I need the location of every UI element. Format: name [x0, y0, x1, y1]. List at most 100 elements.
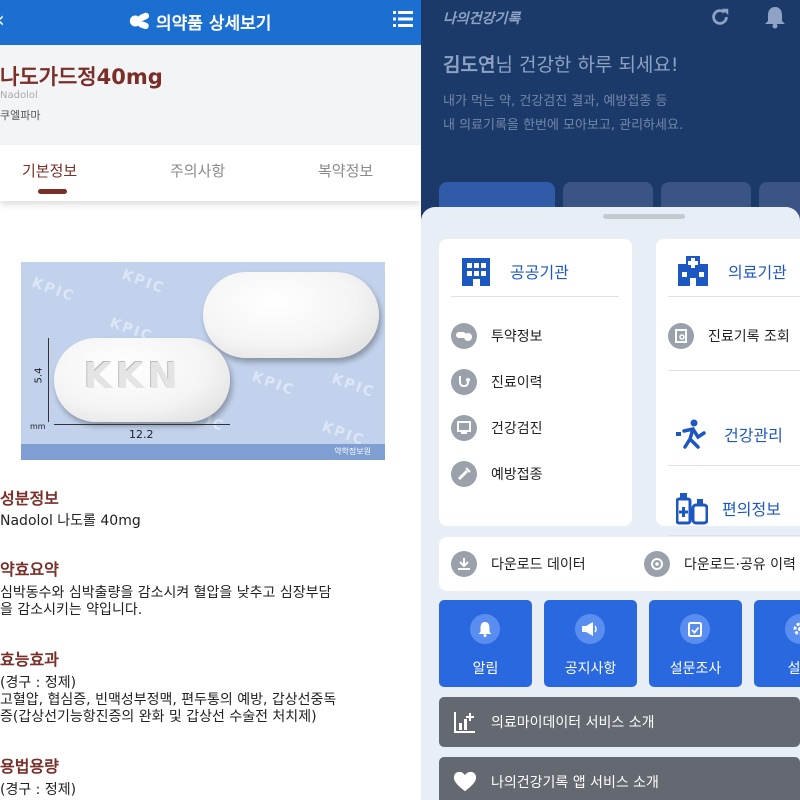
text-line: 을 감소시키는 약입니다. — [0, 602, 143, 618]
tablet-front: KKN — [54, 338, 230, 422]
section-text-ingredients: Nadolol 나도롤 40mg — [0, 513, 410, 530]
megaphone-icon — [575, 614, 605, 644]
banner-label: 나의건강기록 앱 서비스 소개 — [491, 775, 659, 791]
text-line: (경구 : 정제) — [0, 675, 77, 691]
menu-item-label: 건강관리 — [724, 426, 783, 445]
menu-item-label: 건강검진 — [491, 421, 543, 437]
hospital-icon — [678, 256, 708, 286]
clipboard-search-icon — [668, 323, 694, 349]
download-icon — [451, 551, 477, 577]
drug-manufacturer: 쿠엘파마 — [0, 109, 41, 122]
heart-icon — [453, 770, 477, 794]
greeting-suffix: 님 건강한 하루 되세요! — [495, 54, 679, 76]
menu-item-convenience-info[interactable]: 편의정보 — [676, 491, 781, 525]
medical-institution-header[interactable]: 의료기관 — [676, 254, 787, 288]
section-text-dosage: (경구 : 정제) — [0, 782, 410, 799]
health-record-header: 나의건강기록 김도연님 건강한 하루 되세요! 내가 먹는 약, 건강검진 결과… — [421, 0, 800, 230]
tile-announcements[interactable]: 공지사항 — [544, 600, 637, 687]
menu-item-label: 투약정보 — [491, 329, 543, 345]
header-title: 의약품 상세보기 — [128, 6, 271, 36]
app-title: 나의건강기록 — [443, 11, 521, 27]
watermark: KPIC — [329, 370, 377, 402]
divider — [668, 296, 800, 297]
banner-app-intro[interactable]: 나의건강기록 앱 서비스 소개 — [439, 757, 800, 800]
tile-settings[interactable]: 설정 — [754, 600, 800, 687]
download-data-button[interactable]: 다운로드 데이터 — [451, 551, 586, 577]
back-arrow-icon[interactable]: ‹ — [0, 8, 5, 34]
sheet-handle[interactable] — [603, 214, 685, 219]
public-institution-header[interactable]: 공공기관 — [460, 254, 569, 288]
stethoscope-icon — [451, 369, 477, 395]
share-icon — [644, 551, 670, 577]
menu-item-medication[interactable]: 투약정보 — [451, 323, 543, 349]
pills-icon — [451, 323, 477, 349]
tile-label: 알림 — [472, 661, 499, 677]
bell-icon — [470, 614, 500, 644]
tile-label: 설정 — [787, 661, 800, 677]
pill-photo: KPIC KPIC KPIC KPIC KPIC KPIC KPIC KKN 5… — [21, 262, 385, 460]
menu-item-label: 예방접종 — [491, 467, 543, 483]
section-title-summary: 약효요약 — [0, 560, 59, 579]
section-title-efficacy: 효능효과 — [0, 650, 59, 669]
menu-item-treatment-record[interactable]: 진료기록 조회 — [668, 323, 790, 349]
refresh-icon[interactable] — [709, 6, 731, 28]
divider — [451, 296, 619, 297]
download-history-label: 다운로드·공유 이력 — [684, 557, 796, 573]
monitor-icon — [451, 415, 477, 441]
image-credit: 약학정보원 — [334, 447, 371, 456]
menu-item-health-management[interactable]: 건강관리 — [676, 419, 783, 449]
text-line: Nadolol 나도롤 40mg — [0, 513, 141, 529]
divider — [668, 370, 800, 371]
text-line: 증(갑상선기능항진증의 완화 및 갑상선 수술전 처치제) — [0, 709, 317, 725]
tile-label: 공지사항 — [564, 661, 617, 677]
menu-item-treatment-history[interactable]: 진료이력 — [451, 369, 543, 395]
greeting-subtext: 내가 먹는 약, 건강검진 결과, 예방접종 등 내 의료기록을 한번에 모아보… — [443, 90, 683, 138]
drug-detail-header: ‹ 의약품 상세보기 — [0, 0, 421, 45]
tablet-imprint: KKN — [84, 356, 182, 397]
banner-mydata-intro[interactable]: 의료마이데이터 서비스 소개 — [439, 697, 800, 747]
exercise-icon — [676, 419, 706, 449]
text-line: 심박동수와 심박출량을 감소시켜 혈압을 낮추고 심장부담 — [0, 585, 332, 601]
width-dimension-line — [54, 424, 230, 425]
image-footer: 약학정보원 — [21, 444, 385, 460]
drug-summary: 나도가드정40mg Nadolol 쿠엘파마 — [0, 45, 421, 145]
banner-label: 의료마이데이터 서비스 소개 — [491, 715, 655, 731]
clipboard-check-icon — [680, 614, 710, 644]
card-title: 의료기관 — [728, 263, 787, 282]
height-dimension: 5.4 — [33, 367, 45, 384]
drug-name: 나도가드정40mg — [0, 65, 163, 89]
gear-icon — [785, 614, 800, 644]
chart-plus-icon — [453, 710, 477, 734]
header-title-text: 의약품 상세보기 — [156, 13, 272, 34]
section-title-dosage: 용법용량 — [0, 757, 59, 776]
tile-survey[interactable]: 설문조사 — [649, 600, 742, 687]
dimension-unit: mm — [30, 422, 46, 431]
menu-item-label: 편의정보 — [722, 500, 781, 519]
bell-icon[interactable] — [764, 5, 786, 29]
height-dimension-line — [48, 338, 49, 422]
drug-english-name: Nadolol — [0, 90, 38, 101]
tab-medication-info[interactable]: 복약정보 — [318, 160, 373, 181]
watermark: KPIC — [119, 266, 167, 298]
tab-basic-info[interactable]: 기본정보 — [22, 160, 77, 181]
drug-detail-panel: ‹ 의약품 상세보기 나도가드정40mg Nadolol 쿠엘파마 기본정보 주… — [0, 0, 421, 800]
user-name: 김도연 — [443, 54, 496, 76]
width-dimension: 12.2 — [129, 428, 154, 441]
download-history-button[interactable]: 다운로드·공유 이력 — [644, 551, 796, 577]
subtext-line: 내 의료기록을 한번에 모아보고, 관리하세요. — [443, 118, 684, 133]
tab-precautions[interactable]: 주의사항 — [170, 160, 225, 181]
download-data-label: 다운로드 데이터 — [491, 557, 586, 573]
detail-tabs: 기본정보 주의사항 복약정보 — [0, 145, 421, 201]
menu-icon[interactable] — [393, 10, 413, 28]
menu-item-checkup[interactable]: 건강검진 — [451, 415, 543, 441]
watermark: KPIC — [29, 274, 77, 306]
divider — [668, 465, 800, 466]
tile-notifications[interactable]: 알림 — [439, 600, 532, 687]
building-icon — [462, 258, 490, 286]
menu-item-vaccination[interactable]: 예방접종 — [451, 461, 543, 487]
section-title-ingredients: 성분정보 — [0, 489, 59, 508]
subtext-line: 내가 먹는 약, 건강검진 결과, 예방접종 등 — [443, 94, 668, 109]
card-title: 공공기관 — [510, 263, 569, 282]
download-bar: 다운로드 데이터 다운로드·공유 이력 — [439, 537, 800, 591]
public-institution-card: 공공기관 투약정보 진료이력 건강검진 예방접종 — [439, 239, 632, 526]
